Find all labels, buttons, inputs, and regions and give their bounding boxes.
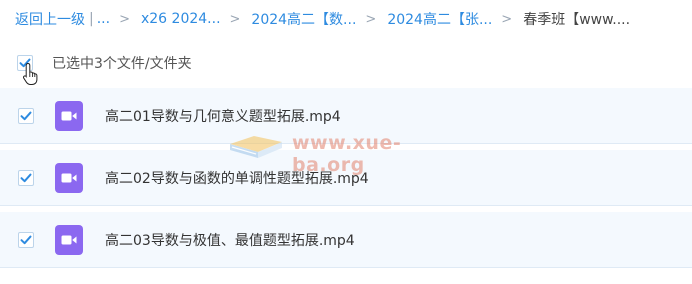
file-checkbox[interactable] — [18, 108, 34, 124]
chevron-right-icon: > — [119, 11, 130, 27]
chevron-right-icon: > — [365, 11, 377, 27]
video-camera-icon — [61, 111, 77, 121]
file-row[interactable]: 高二03导数与极值、最值题型拓展.mp4 — [0, 212, 692, 268]
checkmark-icon — [20, 111, 32, 121]
file-checkbox[interactable] — [18, 232, 34, 248]
breadcrumb-current: 春季班【www.... — [523, 12, 631, 28]
hand-cursor-icon — [22, 62, 38, 85]
checkmark-icon — [20, 173, 32, 183]
select-all-bar: 已选中3个文件/文件夹 — [17, 52, 192, 74]
file-name[interactable]: 高二02导数与函数的单调性题型拓展.mp4 — [105, 168, 369, 188]
video-file-icon — [55, 225, 83, 255]
selection-count-label: 已选中3个文件/文件夹 — [52, 56, 192, 72]
video-camera-icon — [61, 235, 77, 245]
chevron-right-icon: > — [501, 11, 513, 27]
back-link[interactable]: 返回上一级 — [15, 9, 85, 29]
breadcrumb-ellipsis[interactable]: ... — [97, 11, 110, 27]
breadcrumb-item-x26[interactable]: x26 2024... — [141, 11, 221, 27]
video-camera-icon — [61, 173, 77, 183]
breadcrumb-item-zhang[interactable]: 2024高二【张... — [387, 9, 492, 29]
file-name[interactable]: 高二01导数与几何意义题型拓展.mp4 — [105, 106, 341, 126]
file-row[interactable]: 高二01导数与几何意义题型拓展.mp4 — [0, 88, 692, 144]
file-name[interactable]: 高二03导数与极值、最值题型拓展.mp4 — [105, 230, 355, 250]
breadcrumb: 返回上一级 | ... > x26 2024... > 2024高二【数... … — [15, 8, 630, 30]
file-checkbox[interactable] — [18, 170, 34, 186]
video-file-icon — [55, 163, 83, 193]
checkmark-icon — [20, 235, 32, 245]
breadcrumb-separator: | — [89, 11, 94, 27]
chevron-right-icon: > — [229, 11, 241, 27]
file-row[interactable]: 高二02导数与函数的单调性题型拓展.mp4 — [0, 150, 692, 206]
breadcrumb-item-math[interactable]: 2024高二【数... — [251, 9, 356, 29]
video-file-icon — [55, 101, 83, 131]
